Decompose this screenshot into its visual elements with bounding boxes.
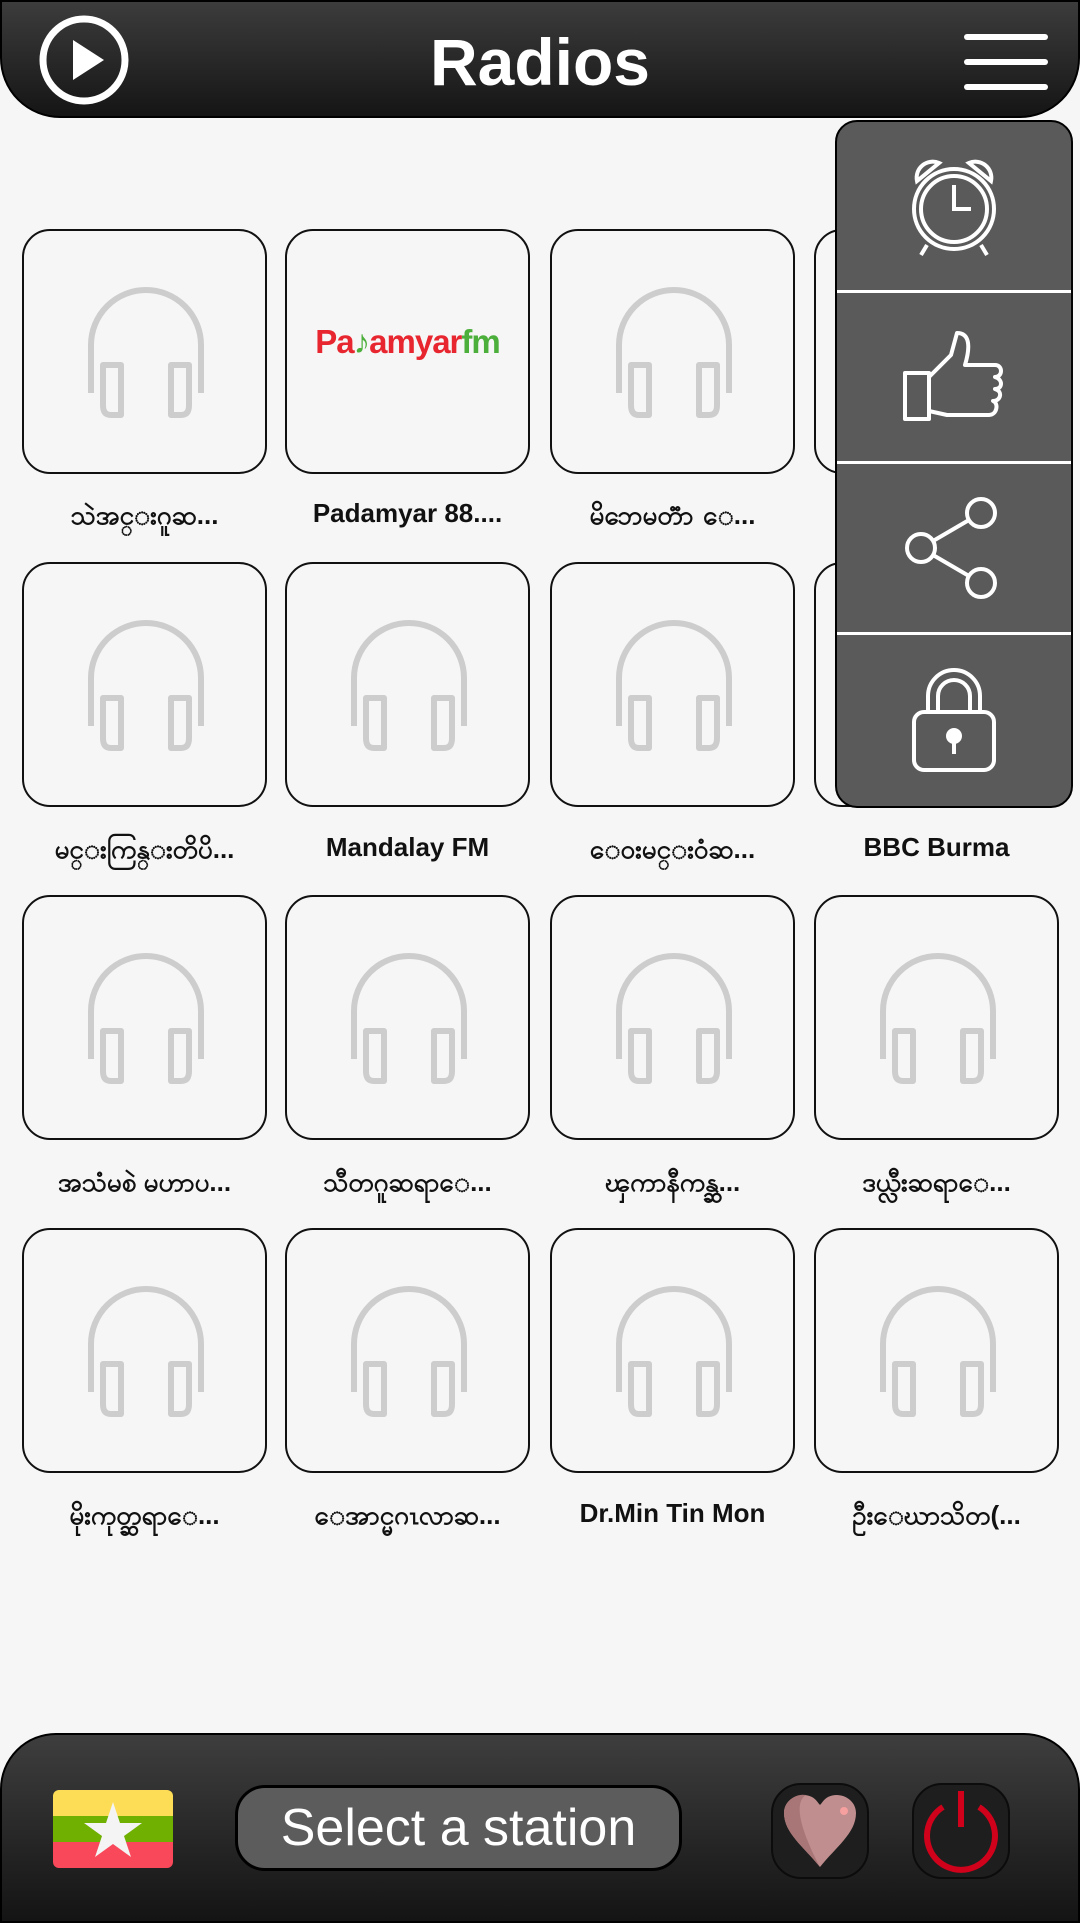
- station-tile[interactable]: [814, 1228, 1059, 1473]
- station-label: Padamyar 88....: [312, 498, 503, 528]
- bottom-player-bar: Select a station: [0, 1733, 1080, 1923]
- headphones-icon: [88, 953, 204, 1084]
- headphones-icon: [351, 1286, 467, 1417]
- headphones-icon: [88, 287, 204, 418]
- station-label: မိုးကုတ္ဆရာေ...: [69, 1500, 220, 1530]
- headphones-icon: [880, 1286, 996, 1417]
- power-button[interactable]: [912, 1783, 1010, 1879]
- padamyar-fm-logo: Pa♪amyarfm: [315, 323, 500, 360]
- station-label: အသံမစဲ မဟာပ...: [57, 1167, 232, 1197]
- headphones-icon: [616, 287, 732, 418]
- heart-icon: [784, 1794, 856, 1867]
- headphones-icon: [88, 620, 204, 751]
- popup-menu: [835, 120, 1073, 808]
- station-label: ေ၀းမင္းဝံဆ...: [589, 834, 756, 864]
- headphones-icon: [88, 1286, 204, 1417]
- alarm-clock-icon: [912, 159, 996, 257]
- headphones-icon: [880, 953, 996, 1084]
- hamburger-menu-icon[interactable]: [964, 32, 1048, 92]
- station-tile[interactable]: [285, 1228, 530, 1473]
- favorite-button[interactable]: [771, 1783, 869, 1879]
- select-station-button[interactable]: Select a station: [235, 1785, 682, 1871]
- station-tile[interactable]: Pa♪amyarfm: [285, 229, 530, 474]
- station-tile[interactable]: [285, 562, 530, 807]
- myanmar-flag-icon[interactable]: [53, 1790, 173, 1868]
- menu-item-share[interactable]: [837, 464, 1071, 635]
- station-label: ေအာင္မဂၤလာဆ...: [314, 1500, 501, 1530]
- station-tile[interactable]: [22, 1228, 267, 1473]
- station-label: ၾကာနီကန္ဆ...: [604, 1167, 741, 1197]
- station-tile[interactable]: [550, 562, 795, 807]
- station-tile[interactable]: [22, 895, 267, 1140]
- station-label: Dr.Min Tin Mon: [579, 1498, 766, 1528]
- station-label: မင္းကြန္းတိပိ...: [54, 834, 235, 864]
- thumbs-up-icon: [903, 331, 1003, 421]
- power-icon: [924, 1791, 998, 1873]
- headphones-icon: [351, 620, 467, 751]
- headphones-icon: [351, 953, 467, 1084]
- station-label: BBC Burma: [863, 832, 1010, 862]
- station-label: သဲအင္းဂူဆ...: [70, 500, 219, 530]
- lock-icon: [912, 668, 996, 772]
- menu-item-rate[interactable]: [837, 293, 1071, 464]
- top-app-bar: Radios: [0, 0, 1080, 118]
- menu-item-alarm[interactable]: [837, 122, 1071, 293]
- page-title: Radios: [429, 25, 651, 99]
- headphones-icon: [616, 953, 732, 1084]
- station-tile[interactable]: [550, 895, 795, 1140]
- station-label: ဦးေဃာသိတ(...: [852, 1500, 1021, 1530]
- share-icon: [905, 497, 997, 599]
- station-label: မိဘေမတၱာ ေ...: [589, 500, 756, 530]
- headphones-icon: [616, 1286, 732, 1417]
- station-label: Mandalay FM: [325, 832, 490, 862]
- station-tile[interactable]: [550, 1228, 795, 1473]
- headphones-icon: [616, 620, 732, 751]
- station-label: ဒယ္လီးဆရာေ...: [862, 1167, 1011, 1197]
- station-tile[interactable]: [285, 895, 530, 1140]
- station-tile[interactable]: [22, 229, 267, 474]
- station-tile[interactable]: [22, 562, 267, 807]
- station-label: သီတဂူဆရာေ...: [323, 1167, 492, 1197]
- station-tile[interactable]: [814, 895, 1059, 1140]
- menu-item-privacy[interactable]: [837, 635, 1071, 803]
- station-tile[interactable]: [550, 229, 795, 474]
